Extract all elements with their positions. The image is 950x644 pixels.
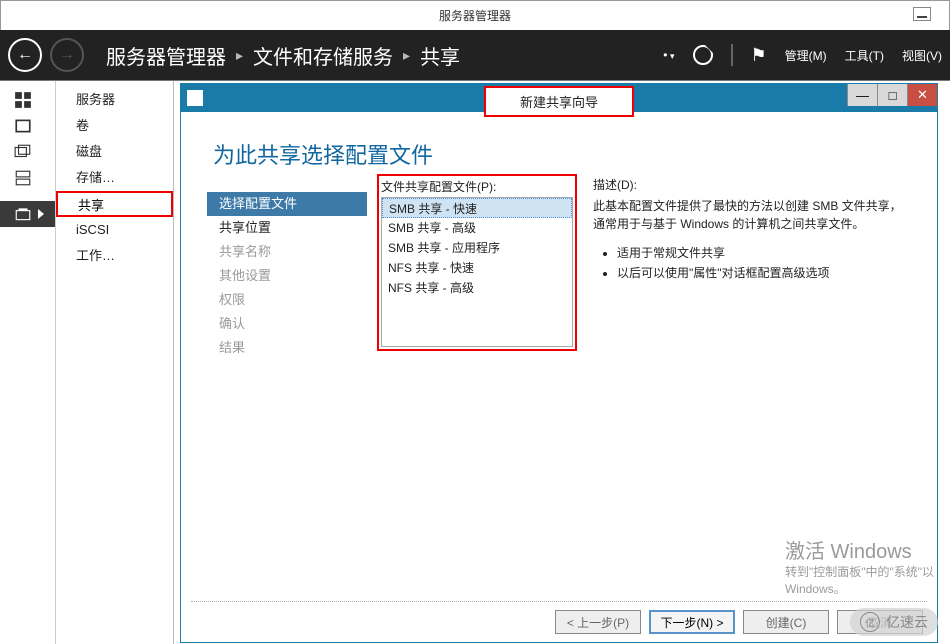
wizard-step-other-settings: 其他设置 (207, 264, 367, 288)
wizard-step-permissions: 权限 (207, 288, 367, 312)
watermark-line2: 转到"控制面板"中的"系统"以 (785, 564, 934, 581)
breadcrumb-dropdown[interactable]: • (663, 48, 674, 62)
breadcrumb-item[interactable]: 服务器管理器 (106, 41, 226, 70)
chevron-right-icon: ▸ (236, 47, 243, 64)
menu-tools[interactable]: 工具(T) (845, 47, 884, 64)
profile-list-panel: 文件共享配置文件(P): SMB 共享 - 快速 SMB 共享 - 高级 SMB… (377, 174, 577, 351)
sidebar-item-work[interactable]: 工作… (56, 243, 173, 269)
menu-manage[interactable]: 管理(M) (785, 47, 827, 64)
wizard-step-select-profile[interactable]: 选择配置文件 (207, 192, 367, 216)
divider (731, 44, 733, 66)
description-label: 描述(D): (593, 176, 911, 193)
chevron-right-icon: ▸ (403, 47, 410, 64)
windows-activation-watermark: 激活 Windows 转到"控制面板"中的"系统"以 Windows。 (785, 535, 934, 598)
description-bullets: 适用于常规文件共享 以后可以使用"属性"对话框配置高级选项 (617, 243, 911, 284)
brand-watermark: 亿 亿速云 (850, 608, 938, 636)
nav-forward-button: → (50, 38, 84, 72)
profile-listbox[interactable]: SMB 共享 - 快速 SMB 共享 - 高级 SMB 共享 - 应用程序 NF… (381, 197, 573, 347)
breadcrumb-item[interactable]: 文件和存储服务 (253, 41, 393, 70)
dashboard-icon[interactable] (0, 87, 55, 113)
create-button: 创建(C) (743, 610, 829, 634)
breadcrumb-item[interactable]: 共享 (420, 41, 460, 70)
sidebar-iconcol (0, 81, 56, 644)
outer-window-title: 服务器管理器 (439, 7, 511, 24)
brand-text: 亿速云 (886, 612, 928, 632)
prev-button: < 上一步(P) (555, 610, 641, 634)
header-right: • ⚑ 管理(M) 工具(T) 视图(V) (663, 30, 942, 80)
wizard-body: 为此共享选择配置文件 选择配置文件 共享位置 共享名称 其他设置 权限 确认 结… (181, 112, 937, 369)
wizard-maximize-button[interactable]: □ (877, 84, 907, 106)
outer-minimize-button[interactable] (913, 7, 931, 21)
sidebar-textcol: 服务器 卷 磁盘 存储… 共享 iSCSI 工作… (56, 81, 174, 644)
profile-option-smb-quick[interactable]: SMB 共享 - 快速 (382, 198, 572, 218)
wizard-step-result: 结果 (207, 336, 367, 360)
profile-option-nfs-quick[interactable]: NFS 共享 - 快速 (382, 258, 572, 278)
sidebar-item-storage[interactable]: 存储… (56, 165, 173, 191)
wizard-minimize-button[interactable]: — (847, 84, 877, 106)
nav-back-button[interactable]: ← (8, 38, 42, 72)
profile-option-smb-app[interactable]: SMB 共享 - 应用程序 (382, 238, 572, 258)
wizard-step-nav: 选择配置文件 共享位置 共享名称 其他设置 权限 确认 结果 (207, 192, 367, 369)
description-text: 此基本配置文件提供了最快的方法以创建 SMB 文件共享，通常用于与基于 Wind… (593, 197, 911, 233)
profile-description-panel: 描述(D): 此基本配置文件提供了最快的方法以创建 SMB 文件共享，通常用于与… (587, 176, 911, 353)
description-bullet: 适用于常规文件共享 (617, 243, 911, 263)
next-button[interactable]: 下一步(N) > (649, 610, 735, 634)
wizard-title: 新建共享向导 (484, 86, 634, 117)
wizard-step-confirm: 确认 (207, 312, 367, 336)
menu-view[interactable]: 视图(V) (902, 47, 942, 64)
wizard-heading: 为此共享选择配置文件 (213, 138, 911, 170)
brand-logo-icon: 亿 (860, 612, 880, 632)
storage-services-icon[interactable] (0, 201, 55, 227)
outer-window-titlebar: 服务器管理器 (0, 0, 950, 30)
disk-icon[interactable] (0, 165, 55, 191)
wizard-icon (187, 90, 203, 106)
divider (191, 601, 927, 602)
wizard-step-share-name: 共享名称 (207, 240, 367, 264)
watermark-line1: 激活 Windows (785, 535, 934, 564)
notifications-flag-icon[interactable]: ⚑ (751, 45, 767, 66)
chevron-right-icon (38, 209, 44, 219)
sidebar-item-shares[interactable]: 共享 (56, 191, 173, 217)
profile-option-nfs-advanced[interactable]: NFS 共享 - 高级 (382, 278, 572, 298)
wizard-step-share-location[interactable]: 共享位置 (207, 216, 367, 240)
profile-option-smb-advanced[interactable]: SMB 共享 - 高级 (382, 218, 572, 238)
sidebar-item-iscsi[interactable]: iSCSI (56, 217, 173, 243)
server-group-icon[interactable] (0, 139, 55, 165)
profile-list-label: 文件共享配置文件(P): (381, 178, 573, 195)
wizard-titlebar: 新建共享向导 — □ ✕ (181, 84, 937, 112)
watermark-line3: Windows。 (785, 581, 934, 598)
breadcrumb: 服务器管理器 ▸ 文件和存储服务 ▸ 共享 (106, 41, 460, 70)
sidebar-item-servers[interactable]: 服务器 (56, 87, 173, 113)
refresh-icon[interactable] (693, 45, 713, 65)
sidebar-item-volumes[interactable]: 卷 (56, 113, 173, 139)
sidebar-item-disks[interactable]: 磁盘 (56, 139, 173, 165)
wizard-close-button[interactable]: ✕ (907, 84, 937, 106)
header-nav: ← → 服务器管理器 ▸ 文件和存储服务 ▸ 共享 • ⚑ 管理(M) 工具(T) … (0, 30, 950, 80)
server-icon[interactable] (0, 113, 55, 139)
description-bullet: 以后可以使用"属性"对话框配置高级选项 (617, 263, 911, 283)
